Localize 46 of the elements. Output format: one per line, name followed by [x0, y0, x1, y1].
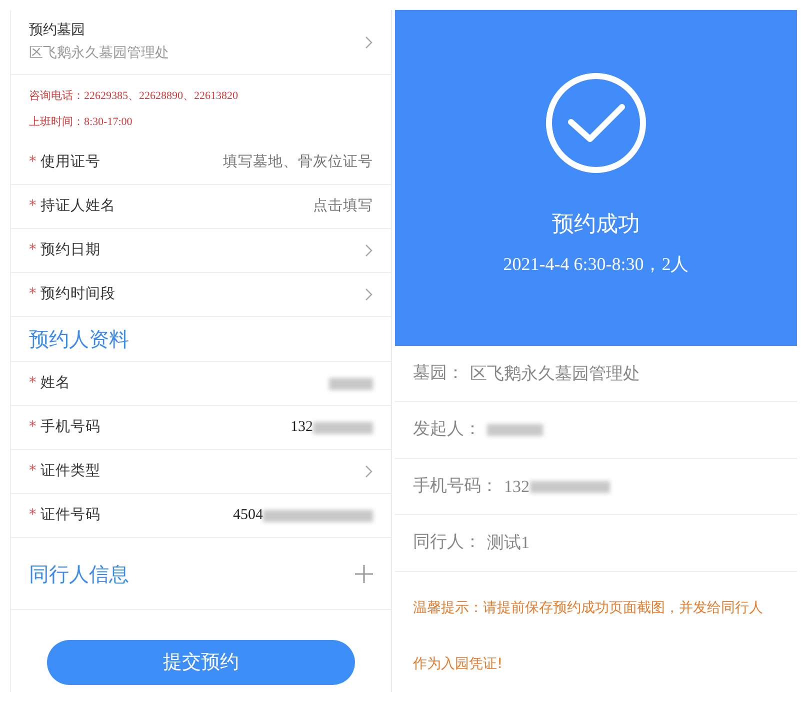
field-label: 证件类型 — [40, 462, 100, 481]
chevron-icon — [365, 288, 373, 301]
add-icon[interactable] — [355, 564, 373, 582]
notice-text: 上班时间：8:30-17:00 — [29, 115, 134, 130]
detail-value: 测试1 — [487, 532, 530, 554]
chevron-icon — [365, 465, 373, 478]
field-label: 手机号码 — [40, 418, 100, 437]
field-label: 使用证号 — [40, 152, 100, 172]
section-title: 预约人资料 — [29, 326, 129, 353]
required-mark: * — [29, 284, 36, 304]
check-circle-icon — [545, 72, 647, 174]
required-mark: * — [29, 196, 36, 216]
required-mark: * — [29, 418, 36, 437]
cemetery-row[interactable]: 预约墓园 区飞鹅永久墓园管理处 — [11, 10, 391, 75]
input-field[interactable]: 填写墓地、骨灰位证号 — [173, 152, 373, 174]
required-mark: * — [29, 374, 36, 393]
chevron-icon — [365, 244, 373, 257]
select-row[interactable]: * 证件类型 — [11, 450, 391, 494]
required-mark: * — [29, 240, 36, 260]
field-label: 预约日期 — [40, 240, 100, 260]
required-mark: * — [29, 462, 36, 481]
required-mark: * — [29, 506, 36, 525]
detail-value: 132 — [504, 476, 530, 498]
chevron-icon — [365, 36, 373, 48]
detail-label: 墓园： — [413, 362, 464, 385]
field-label: 持证人姓名 — [40, 196, 116, 216]
field-label: 预约时间段 — [40, 284, 116, 304]
success-title: 预约成功 — [552, 211, 640, 239]
detail-label: 发起人： — [413, 418, 481, 442]
field-label: 姓名 — [40, 374, 70, 393]
section-title: 同行人信息 — [29, 560, 129, 588]
booking-summary: 2021-4-4 6:30-8:30，2人 — [503, 253, 689, 276]
field-label: 预约墓园 — [29, 21, 86, 40]
required-mark: * — [29, 152, 36, 172]
detail-label: 手机号码： — [413, 474, 498, 498]
field-label: 证件号码 — [40, 506, 100, 525]
detail-value: 区飞鹅永久墓园管理处 — [470, 362, 640, 385]
select-row[interactable]: * 预约日期 — [11, 229, 391, 273]
field-value: 区飞鹅永久墓园管理处 — [29, 44, 169, 63]
input-field[interactable]: 点击填写 — [173, 196, 373, 218]
notice-text: 咨询电话：22629385、22628890、22613820 — [29, 89, 239, 104]
tip-text: 温馨提示：请提前保存预约成功页面截图，并发给同行人作为入园凭证! — [413, 598, 764, 674]
field-value: 4504 — [233, 506, 263, 526]
select-row[interactable]: * 预约时间段 — [11, 273, 391, 317]
detail-label: 同行人： — [413, 531, 481, 554]
field-value: 132 — [290, 418, 313, 438]
